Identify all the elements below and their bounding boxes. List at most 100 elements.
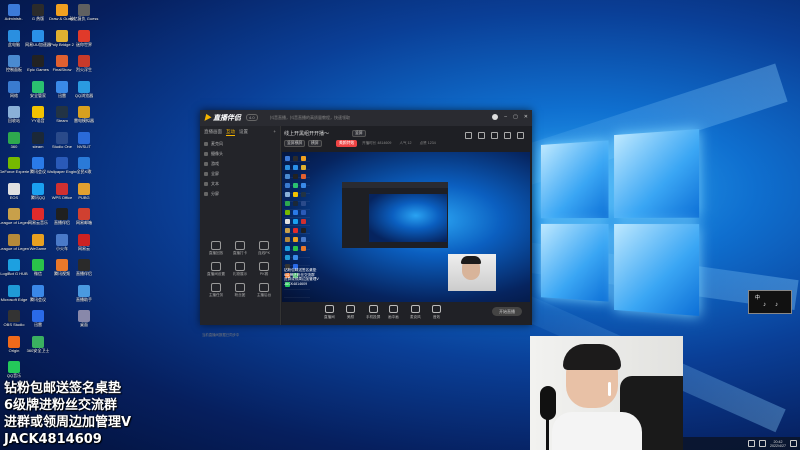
toolbar-item[interactable]: 直播间 (324, 305, 335, 320)
preview-icon (285, 210, 290, 215)
desktop-icon[interactable]: 360安全卫士 (24, 336, 52, 360)
stage-tag[interactable]: 竖屏 (352, 130, 366, 137)
notification-icon[interactable] (790, 440, 797, 447)
desktop-icon[interactable]: 直播助手 (70, 285, 98, 309)
source-item[interactable]: 游戏 (200, 159, 280, 169)
desktop-icon[interactable]: NVSLIT (70, 132, 98, 156)
orientation-button[interactable]: 竖屏横屏 (284, 140, 305, 147)
tab-interact[interactable]: 互动 (226, 129, 235, 136)
app-icon (32, 30, 44, 42)
tool-label: 直播间设置 (207, 272, 225, 277)
volume-icon[interactable] (759, 440, 766, 447)
app-titlebar[interactable]: ▶ 直播伴侣 4.0 抖音直播，抖音直播的高质量教程，快速领取 – ▢ ✕ (200, 110, 532, 126)
mini-widget[interactable]: 中 ♪ ♪ (748, 290, 792, 314)
settings-icon[interactable] (517, 132, 524, 139)
avatar[interactable] (492, 114, 498, 120)
preview-icon (293, 192, 298, 197)
tool-button[interactable]: 礼物展示 (228, 262, 252, 277)
landscape-button[interactable]: 横屏 (308, 140, 322, 147)
source-icon (204, 172, 208, 176)
desktop-icon[interactable]: 桌面 (70, 310, 98, 334)
tab-settings[interactable]: 设置 (239, 129, 248, 136)
toolbar-item[interactable]: 麦克风 (410, 305, 421, 320)
desktop-icon[interactable]: PUBG (70, 183, 98, 207)
tool-button[interactable]: 直播间设置 (204, 262, 228, 277)
preview-icon (301, 156, 306, 161)
source-label: 文本 (211, 181, 219, 187)
tool-button[interactable]: 主播任务 (204, 283, 228, 298)
clock[interactable]: 20:42 2022/4/27 (770, 440, 786, 448)
preview-icon (301, 201, 306, 206)
network-icon[interactable] (748, 440, 755, 447)
sources-panel: 直播画面 互动 设置 + 麦克风 摄像头 游戏全屏文本分屏 直播回放 直播打卡 连线PK… (200, 126, 281, 325)
tool-label: 主播后台 (257, 293, 271, 298)
header-icons (465, 132, 524, 139)
desktop-icon[interactable]: 腾讯会议 (24, 285, 52, 309)
desktop-icon[interactable]: 迷你世界 (70, 30, 98, 54)
system-tray: 20:42 2022/4/27 (683, 437, 800, 450)
app-icon (8, 208, 20, 220)
source-item[interactable]: 麦克风 (200, 139, 280, 149)
share-icon[interactable] (504, 132, 511, 139)
desktop-icon[interactable]: 烈火浮生 (70, 55, 98, 79)
source-icon (204, 182, 208, 186)
tool-button[interactable]: 连线PK (252, 241, 276, 256)
desktop-icon[interactable]: 雷电模拟器 (70, 106, 98, 130)
tool-icon (211, 241, 221, 250)
desktop-icon[interactable]: QQ浏览器 (70, 81, 98, 105)
tab-live-screen[interactable]: 直播画面 (204, 129, 222, 136)
minimize-icon[interactable]: – (504, 114, 507, 120)
app-icon (56, 81, 68, 93)
microphone-arm (546, 418, 549, 450)
start-live-button[interactable]: 开始直播 (492, 307, 522, 316)
tool-icon (259, 241, 269, 250)
toolbar-item[interactable]: 手机投屏 (366, 305, 380, 320)
record-icon[interactable] (478, 132, 485, 139)
source-item[interactable]: 文本 (200, 179, 280, 189)
desktop-icon[interactable]: 全民K歌 (70, 157, 98, 181)
preview-icon (293, 183, 298, 188)
microphone (540, 386, 556, 420)
desktop-icon-label: 雷电模拟器 (69, 118, 99, 123)
add-icon[interactable]: + (273, 129, 276, 136)
stage-header: 线上开黑组开开播～ 竖屏 竖屏横屏 横屏 美颜特效 开播时长 4814609 人… (282, 127, 530, 151)
stage-title[interactable]: 线上开黑组开开播～ (284, 130, 329, 137)
desktop-icon[interactable]: 网易邮箱 (70, 208, 98, 232)
app-icon (8, 336, 20, 348)
toolbar-label: 音效 (433, 315, 440, 320)
desktop-icon[interactable]: 网易云 (70, 234, 98, 258)
source-item[interactable]: 摄像头 (200, 149, 280, 159)
tool-button[interactable]: 直播打卡 (228, 241, 252, 256)
tool-button[interactable]: 直播回放 (204, 241, 228, 256)
source-label: 全屏 (211, 171, 219, 177)
beauty-button[interactable]: 美颜特效 (336, 140, 357, 147)
preview-icon (301, 219, 306, 224)
desktop-icon[interactable]: 迅雷 (24, 310, 52, 334)
app-icon (78, 285, 90, 297)
preview-icon (301, 165, 306, 170)
logo-pane (541, 140, 609, 218)
source-item[interactable]: 全屏 (200, 169, 280, 179)
promo-line: 进群或领周边加管理V (4, 414, 131, 431)
toolbar-item[interactable]: 音效 (432, 305, 441, 320)
tool-button[interactable]: 粉丝团 (228, 283, 252, 298)
source-item[interactable]: 分屏 (200, 189, 280, 199)
app-icon (78, 55, 90, 67)
tool-button[interactable]: PK赛 (252, 262, 276, 277)
tool-icon (259, 262, 269, 271)
desktop-icon[interactable]: 破忆复仇 Guess (70, 4, 98, 28)
meta-item: 开播时长 4814609 (362, 141, 391, 146)
screenshot-icon[interactable] (465, 132, 472, 139)
close-icon[interactable]: ✕ (524, 114, 528, 120)
notice-text[interactable]: 抖音直播，抖音直播的高质量教程，快速领取 (270, 115, 350, 121)
app-icon (56, 157, 68, 169)
copy-icon[interactable] (491, 132, 498, 139)
desktop-icon[interactable]: 直播伴侣 (70, 259, 98, 283)
tool-button[interactable]: 主播后台 (252, 283, 276, 298)
toolbar-item[interactable]: 美颜 (346, 305, 355, 320)
toolbar-label: 直播间 (324, 315, 335, 320)
live-preview[interactable]: 钻粉包邮送签名桌垫 6级牌进粉丝交流群 进群或领周边加管理V JACK48146… (282, 152, 530, 302)
streaming-app-window[interactable]: ▶ 直播伴侣 4.0 抖音直播，抖音直播的高质量教程，快速领取 – ▢ ✕ 直播… (200, 110, 532, 325)
toolbar-item[interactable]: 画中画 (388, 305, 399, 320)
maximize-icon[interactable]: ▢ (513, 114, 518, 120)
